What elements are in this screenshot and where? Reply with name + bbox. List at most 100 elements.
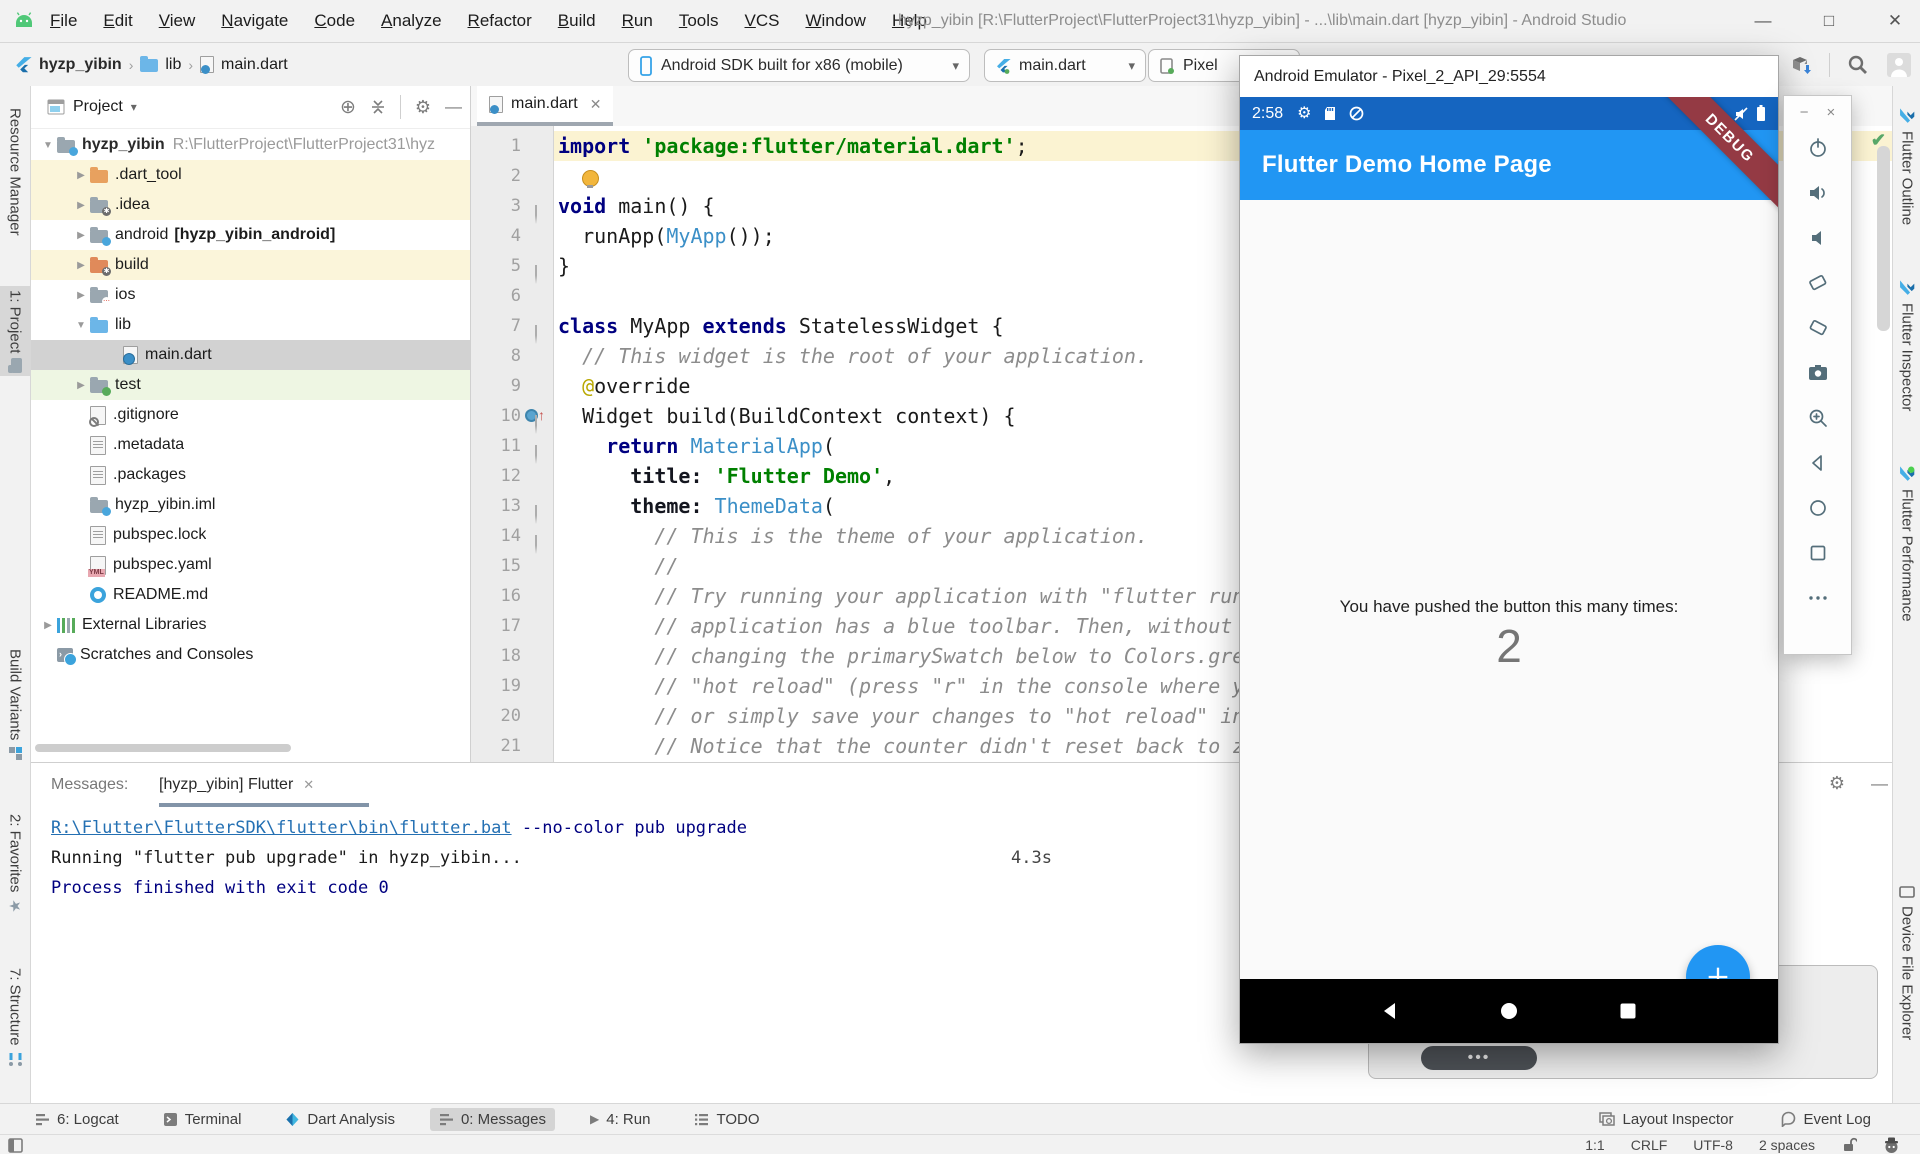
tool-tab-device-file-explorer[interactable]: Device File Explorer [1893, 880, 1920, 1044]
emulator-volume-down-icon[interactable] [1806, 226, 1830, 250]
menu-build[interactable]: Build [558, 11, 596, 31]
status-2-spaces[interactable]: 2 spaces [1759, 1137, 1815, 1153]
nav-back-icon[interactable] [1378, 999, 1402, 1023]
project-view-selector[interactable]: Project ▾ [47, 98, 137, 116]
tree-item-android[interactable]: ▶android[hyzp_yibin_android] [31, 220, 470, 250]
tool-button-0-messages[interactable]: 0: Messages [430, 1108, 555, 1131]
breadcrumb-file[interactable]: main.dart [221, 56, 288, 74]
menu-window[interactable]: Window [805, 11, 865, 31]
tool-button-todo[interactable]: TODO [685, 1108, 768, 1131]
tree-item-hyzp-yibin-iml[interactable]: hyzp_yibin.iml [31, 490, 470, 520]
status-utf-8[interactable]: UTF-8 [1693, 1137, 1733, 1153]
avatar-icon[interactable] [1886, 52, 1912, 78]
close-icon[interactable]: ✕ [303, 777, 314, 793]
tree-item-main-dart[interactable]: main.dart [31, 340, 470, 370]
run-config-selector[interactable]: main.dart ▾ [984, 49, 1146, 82]
tree-item-build[interactable]: ▶✱build [31, 250, 470, 280]
hide-panel-icon[interactable]: — [1871, 773, 1888, 794]
more-dots-pill[interactable]: ••• [1421, 1046, 1537, 1070]
tool-button-layout-inspector[interactable]: Layout Inspector [1590, 1108, 1743, 1131]
menu-run[interactable]: Run [622, 11, 653, 31]
locate-file-icon[interactable]: ⊕ [340, 96, 356, 119]
tree-item--packages[interactable]: .packages [31, 460, 470, 490]
close-icon[interactable]: ✕ [1884, 11, 1906, 31]
horizontal-scrollbar[interactable] [35, 744, 291, 752]
menu-tools[interactable]: Tools [679, 11, 719, 31]
tree-item-scratches-and-consoles[interactable]: ›Scratches and Consoles [31, 640, 470, 670]
nav-recents-icon[interactable] [1616, 999, 1640, 1023]
status-crlf[interactable]: CRLF [1631, 1137, 1668, 1153]
chevron-collapsed-icon[interactable]: ▶ [39, 620, 57, 631]
intention-bulb-icon[interactable] [582, 170, 599, 187]
search-icon[interactable] [1846, 53, 1870, 77]
emulator-screenshot-icon[interactable] [1806, 361, 1830, 385]
menu-file[interactable]: File [50, 11, 77, 31]
chevron-collapsed-icon[interactable]: ▶ [72, 380, 90, 391]
menu-refactor[interactable]: Refactor [468, 11, 532, 31]
emulator-overview-icon[interactable] [1806, 541, 1830, 565]
tree-item-ios[interactable]: ▶⋯ios [31, 280, 470, 310]
emulator-title-bar[interactable]: Android Emulator - Pixel_2_API_29:5554 [1240, 56, 1778, 97]
tree-item-external-libraries[interactable]: ▶External Libraries [31, 610, 470, 640]
tree-item--gitignore[interactable]: .gitignore [31, 400, 470, 430]
vertical-scrollbar[interactable] [1877, 146, 1890, 331]
emulator-rotate-right-icon[interactable] [1806, 316, 1830, 340]
console-file-link[interactable]: R:\Flutter\FlutterSDK\flutter\bin\flutte… [51, 818, 512, 838]
tool-tab-resource-manager[interactable]: Resource Manager [0, 104, 30, 240]
tree-item-test[interactable]: ▶test [31, 370, 470, 400]
maximize-icon[interactable]: □ [1818, 11, 1840, 31]
tool-tab-flutter-performance[interactable]: Flutter Performance [1893, 462, 1920, 626]
tab-main-dart[interactable]: main.dart ✕ [477, 86, 613, 126]
lock-open-icon[interactable] [1841, 1137, 1857, 1153]
emulator-more-icon[interactable] [1806, 586, 1830, 610]
messages-tab[interactable]: [hyzp_yibin] Flutter ✕ [159, 776, 314, 794]
chevron-collapsed-icon[interactable]: ▶ [72, 230, 90, 241]
minimize-icon[interactable]: − [1800, 104, 1809, 121]
tree-item-hyzp-yibin[interactable]: ▼hyzp_yibinR:\FlutterProject\FlutterProj… [31, 130, 470, 160]
tool-button-event-log[interactable]: Event Log [1772, 1108, 1880, 1131]
chevron-collapsed-icon[interactable]: ▶ [72, 260, 90, 271]
chevron-collapsed-icon[interactable]: ▶ [72, 170, 90, 181]
emulator-home-icon[interactable] [1806, 496, 1830, 520]
tool-tab--favorites[interactable]: 2: Favorites★ [0, 810, 30, 920]
menu-analyze[interactable]: Analyze [381, 11, 441, 31]
tool-window-toggle-icon[interactable] [8, 1138, 23, 1153]
chevron-expanded-icon[interactable]: ▼ [72, 320, 90, 331]
menu-view[interactable]: View [159, 11, 196, 31]
chevron-collapsed-icon[interactable]: ▶ [72, 290, 90, 301]
tool-button-6-logcat[interactable]: 6: Logcat [26, 1108, 128, 1131]
sdk-manager-icon[interactable] [1789, 53, 1813, 77]
hector-icon[interactable] [1883, 1137, 1900, 1154]
tree-item-readme-md[interactable]: README.md [31, 580, 470, 610]
tree-item--idea[interactable]: ▶✱.idea [31, 190, 470, 220]
emulator-zoom-icon[interactable] [1806, 406, 1830, 430]
device-selector[interactable]: Android SDK built for x86 (mobile) ▾ [628, 49, 970, 82]
menu-navigate[interactable]: Navigate [221, 11, 288, 31]
emulator-volume-up-icon[interactable] [1806, 181, 1830, 205]
tree-item-lib[interactable]: ▼lib [31, 310, 470, 340]
status-1-1[interactable]: 1:1 [1585, 1137, 1604, 1153]
menu-vcs[interactable]: VCS [745, 11, 780, 31]
tool-tab--project[interactable]: 1: Project [0, 286, 30, 376]
emulator-screen[interactable]: 2:58 ⚙ Flutter Demo Home Page DEBUG You … [1240, 97, 1778, 1043]
hide-panel-icon[interactable]: — [445, 97, 462, 117]
tool-tab-flutter-outline[interactable]: Flutter Outline [1893, 104, 1920, 229]
emulator-power-icon[interactable] [1806, 136, 1830, 160]
menu-edit[interactable]: Edit [103, 11, 132, 31]
tree-item-pubspec-lock[interactable]: pubspec.lock [31, 520, 470, 550]
tool-tab--structure[interactable]: 7: Structure [0, 964, 30, 1071]
tool-tab-flutter-inspector[interactable]: Flutter Inspector [1893, 276, 1920, 415]
settings-gear-icon[interactable]: ⚙ [1829, 773, 1845, 794]
nav-home-icon[interactable] [1497, 999, 1521, 1023]
tree-item-pubspec-yaml[interactable]: YMLpubspec.yaml [31, 550, 470, 580]
chevron-expanded-icon[interactable]: ▼ [39, 140, 57, 151]
emulator-rotate-left-icon[interactable] [1806, 271, 1830, 295]
collapse-all-icon[interactable] [370, 99, 386, 115]
tool-button-terminal[interactable]: Terminal [154, 1108, 251, 1131]
close-icon[interactable]: × [1827, 104, 1836, 121]
tree-item--metadata[interactable]: .metadata [31, 430, 470, 460]
tool-button-dart-analysis[interactable]: Dart Analysis [276, 1108, 404, 1131]
breadcrumb-project[interactable]: hyzp_yibin [39, 56, 122, 74]
emulator-back-icon[interactable] [1806, 451, 1830, 475]
tool-tab-build-variants[interactable]: Build Variants [0, 645, 30, 765]
